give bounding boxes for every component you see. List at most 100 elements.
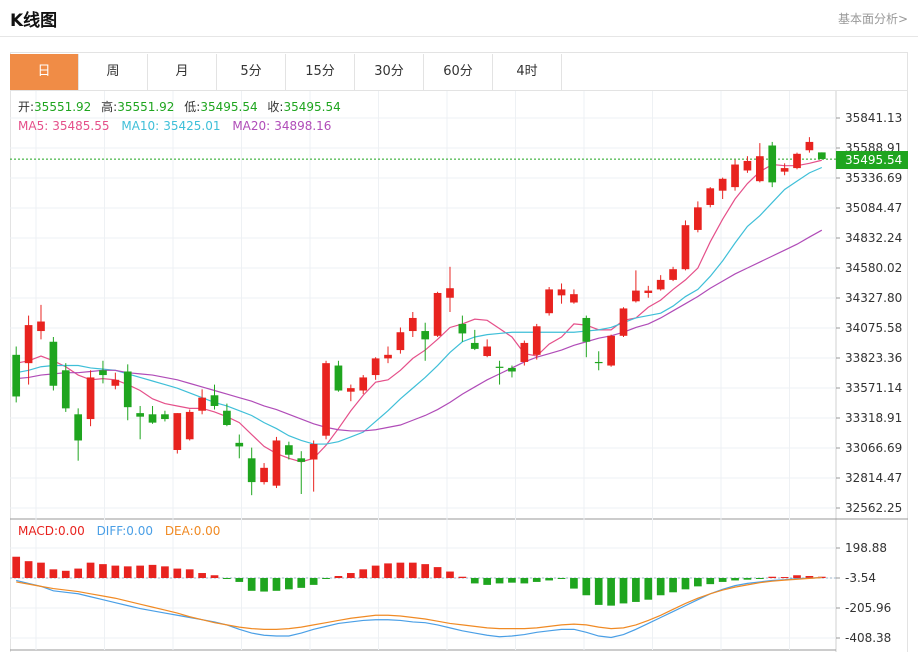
- macd-readout: MACD:0.00 DIFF:0.00 DEA:0.00: [18, 524, 220, 538]
- candle-body: [210, 395, 219, 406]
- candle-body: [632, 290, 640, 302]
- macd-bar: [408, 562, 417, 578]
- candle-body: [198, 397, 206, 411]
- macd-bar: [594, 578, 603, 605]
- candle-body: [582, 317, 591, 342]
- price-tick-label: 35336.69: [845, 171, 902, 185]
- macd-bar: [520, 578, 529, 584]
- macd-bar: [260, 578, 268, 592]
- macd-bar: [161, 566, 169, 578]
- candle-body: [557, 289, 566, 296]
- candle-body: [594, 361, 603, 364]
- candle-body: [99, 370, 107, 376]
- candle-body: [408, 317, 417, 332]
- candle-body: [384, 354, 392, 359]
- macd-bar: [396, 562, 405, 578]
- macd-bar: [421, 564, 430, 578]
- macd-bar: [111, 565, 120, 578]
- candle-body: [123, 371, 132, 408]
- candle-body: [148, 414, 157, 423]
- candle-body: [272, 440, 281, 486]
- candle-body: [86, 377, 95, 420]
- price-tick-label: 33066.69: [845, 441, 902, 455]
- macd-bar: [210, 575, 219, 578]
- price-tick-label: 32562.25: [845, 501, 902, 515]
- macd-bar: [123, 566, 132, 578]
- ohlc-readout: 开:35551.92 高:35551.92 低:35495.54 收:35495…: [18, 99, 341, 114]
- candle-body: [520, 342, 529, 362]
- candle-body: [260, 467, 268, 483]
- price-axis: 35841.1335588.9135336.6935084.4734832.24…: [836, 111, 902, 645]
- macd-bar: [694, 578, 702, 587]
- macd-bar: [61, 570, 70, 578]
- kline-chart[interactable]: 35841.1335588.9135336.6935084.4734832.24…: [0, 0, 918, 652]
- macd-bar: [755, 578, 764, 579]
- macd-bar: [495, 578, 504, 584]
- macd-tick-label: -205.96: [845, 601, 891, 615]
- macd-bar: [136, 565, 144, 578]
- candle-body: [309, 444, 318, 460]
- macd-bar: [24, 561, 33, 578]
- candle-body: [161, 414, 169, 420]
- macd-bar: [780, 577, 789, 579]
- candle-body: [371, 358, 380, 376]
- candle-body: [545, 289, 553, 314]
- candle-body: [706, 188, 715, 205]
- candle-body: [793, 153, 801, 169]
- macd-bar: [582, 578, 591, 596]
- candle-body: [755, 156, 764, 182]
- candle-body: [235, 442, 244, 447]
- candle-body: [223, 410, 231, 426]
- macd-bar: [681, 578, 690, 590]
- diff-line: [16, 576, 822, 639]
- macd-tick-label: -3.54: [845, 571, 876, 585]
- candle-body: [483, 346, 492, 357]
- macd-bar: [359, 569, 368, 578]
- price-tick-label: 34832.24: [845, 231, 902, 245]
- candle-body: [37, 321, 45, 332]
- candle-body: [12, 354, 21, 397]
- candle-body: [694, 207, 702, 230]
- macd-bar: [768, 576, 777, 578]
- price-tick-label: 35841.13: [845, 111, 902, 125]
- macd-bar: [334, 575, 343, 578]
- ma-readout: MA5: 35485.55 MA10: 35425.01 MA20: 34898.16: [18, 119, 331, 133]
- macd-bar: [433, 567, 442, 578]
- candle-body: [346, 388, 355, 392]
- candle-body: [24, 325, 33, 364]
- macd-bar: [793, 575, 801, 578]
- candle-body: [470, 342, 479, 349]
- macd-bar: [731, 578, 739, 581]
- macd-bar: [37, 562, 45, 578]
- candle-body: [433, 292, 442, 336]
- macd-bar: [632, 578, 640, 602]
- price-tick-label: 34075.58: [845, 321, 902, 335]
- candle-body: [669, 269, 677, 280]
- candle-body: [185, 411, 194, 440]
- macd-bar: [508, 578, 516, 583]
- macd-bar: [557, 578, 566, 579]
- macd-bar: [99, 564, 107, 578]
- macd-bar: [247, 578, 256, 591]
- price-tick-label: 35084.47: [845, 201, 902, 215]
- macd-bar: [470, 578, 479, 584]
- macd-bar: [49, 569, 58, 578]
- macd-bar: [371, 565, 380, 578]
- price-tick-label: 33571.14: [845, 381, 902, 395]
- macd-bar: [198, 573, 206, 578]
- candle-body: [396, 332, 405, 351]
- macd-bar: [607, 578, 615, 606]
- price-tick-label: 34580.02: [845, 261, 902, 275]
- candle-body: [817, 152, 826, 160]
- candle-body: [247, 458, 256, 483]
- macd-bar: [309, 578, 318, 585]
- candle-body: [619, 308, 628, 336]
- candle-body: [61, 370, 70, 409]
- macd-bar: [173, 568, 182, 578]
- candle-body: [644, 290, 653, 293]
- macd-bar: [570, 578, 578, 589]
- macd-bar: [446, 571, 454, 578]
- price-tick-label: 33823.36: [845, 351, 902, 365]
- candle-body: [173, 413, 182, 450]
- macd-bar: [322, 578, 330, 579]
